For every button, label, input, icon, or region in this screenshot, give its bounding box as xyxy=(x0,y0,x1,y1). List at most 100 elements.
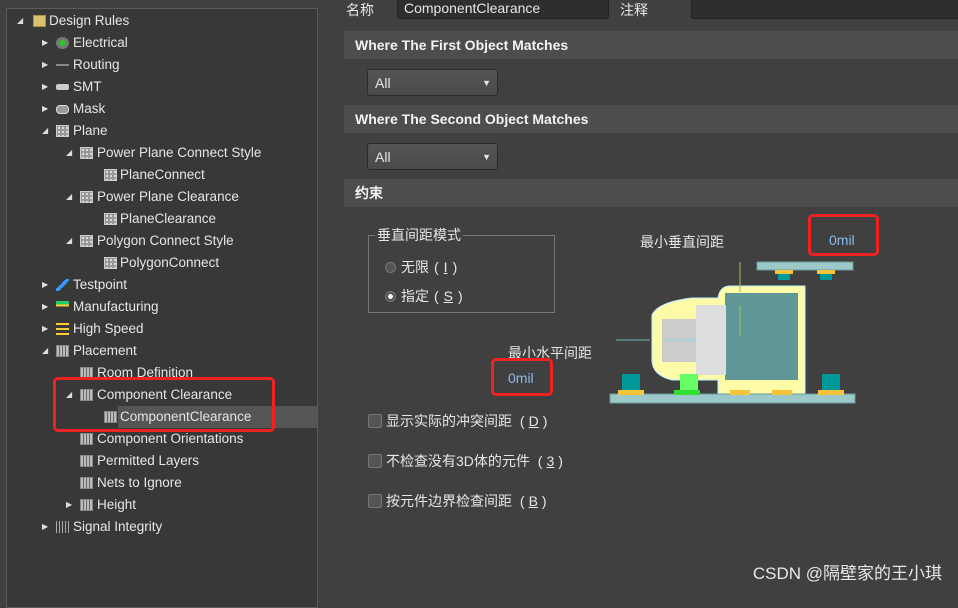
tree-item-label: Polygon Connect Style xyxy=(97,233,234,248)
expand-arrow-icon[interactable]: ▶ xyxy=(42,32,50,54)
tree-item-label: Height xyxy=(97,497,137,512)
tree-item-label: SMT xyxy=(73,79,102,94)
expand-arrow-icon[interactable]: ▶ xyxy=(42,296,50,318)
name-input[interactable]: ComponentClearance xyxy=(397,0,609,19)
group-title: 垂直间距模式 xyxy=(377,227,461,243)
expand-arrow-icon[interactable]: ▶ xyxy=(42,76,50,98)
tree-item-label: High Speed xyxy=(73,321,144,336)
plane-icon xyxy=(104,169,117,181)
first-object-dropdown[interactable]: All ▼ xyxy=(367,69,498,96)
tree-item[interactable]: PlaneClearance xyxy=(7,208,317,230)
tree-item[interactable]: PlaneConnect xyxy=(7,164,317,186)
tree-item[interactable]: ◢ Design Rules xyxy=(7,10,317,32)
collapse-arrow-icon[interactable]: ◢ xyxy=(66,186,74,208)
first-object-header: Where The First Object Matches xyxy=(344,31,958,59)
mask-icon xyxy=(56,105,69,114)
tree-item[interactable]: Permitted Layers xyxy=(7,450,317,472)
smt-icon xyxy=(56,84,69,90)
checkbox-box xyxy=(368,494,382,508)
routing-icon xyxy=(56,59,69,71)
dropdown-value: All xyxy=(375,75,391,91)
plane-icon xyxy=(56,125,69,137)
plane-icon xyxy=(104,213,117,225)
collapse-arrow-icon[interactable]: ◢ xyxy=(42,340,50,362)
highlight-box-tree xyxy=(53,377,275,432)
tree-item-label: Signal Integrity xyxy=(73,519,163,534)
radio-circle-checked xyxy=(385,290,396,302)
tree-item-label: Mask xyxy=(73,101,106,116)
chip-icon xyxy=(80,433,93,445)
checkbox-box xyxy=(368,454,382,468)
manufacturing-icon xyxy=(56,301,69,313)
tree-item[interactable]: ▶ Testpoint xyxy=(7,274,317,296)
plane-icon xyxy=(80,147,93,159)
chevron-down-icon: ▼ xyxy=(482,152,491,162)
name-label: 名称 xyxy=(346,2,374,18)
tree-item[interactable]: ◢ Power Plane Connect Style xyxy=(7,142,317,164)
vertical-mode-group: 垂直间距模式 无限 (I) 指定 (S) xyxy=(368,225,555,313)
tree-item[interactable]: ▶ SMT xyxy=(7,76,317,98)
signal-integrity-icon xyxy=(56,521,69,533)
tree-item-label: Routing xyxy=(73,57,120,72)
tree-item[interactable]: Nets to Ignore xyxy=(7,472,317,494)
tree-item[interactable]: ◢ Power Plane Clearance xyxy=(7,186,317,208)
ignore-no-3d-checkbox[interactable]: 不检查没有3D体的元件 (3) xyxy=(368,451,563,471)
tree-item[interactable]: ▶ Height xyxy=(7,494,317,516)
tree-item-label: Electrical xyxy=(73,35,128,50)
collapse-arrow-icon[interactable]: ◢ xyxy=(66,142,74,164)
collapse-arrow-icon[interactable]: ◢ xyxy=(66,230,74,252)
collapse-arrow-icon[interactable]: ◢ xyxy=(42,120,50,142)
tree-item-label: PlaneConnect xyxy=(120,167,205,182)
plane-icon xyxy=(80,235,93,247)
collapse-arrow-icon[interactable]: ◢ xyxy=(17,10,25,32)
tree-item[interactable]: ▶ Electrical xyxy=(7,32,317,54)
show-actual-violation-checkbox[interactable]: 显示实际的冲突间距 (D) xyxy=(368,411,547,431)
expand-arrow-icon[interactable]: ▶ xyxy=(66,494,74,516)
radio-infinite[interactable]: 无限 (I) xyxy=(385,257,457,277)
tree-item-label: Nets to Ignore xyxy=(97,475,182,490)
electrical-icon xyxy=(56,37,69,49)
tree-item-label: PlaneClearance xyxy=(120,211,217,226)
tree-item[interactable]: ▶ Routing xyxy=(7,54,317,76)
expand-arrow-icon[interactable]: ▶ xyxy=(42,516,50,538)
dropdown-value: All xyxy=(375,149,391,165)
tree-item-label: Design Rules xyxy=(49,13,130,28)
plane-icon xyxy=(104,257,117,269)
tree-item[interactable]: ▶ Manufacturing xyxy=(7,296,317,318)
comment-input[interactable] xyxy=(691,0,958,19)
expand-arrow-icon[interactable]: ▶ xyxy=(42,54,50,76)
checkbox-box xyxy=(368,414,382,428)
tree-item-label: PolygonConnect xyxy=(120,255,220,270)
tree-item-label: Manufacturing xyxy=(73,299,159,314)
chip-icon xyxy=(80,455,93,467)
expand-arrow-icon[interactable]: ▶ xyxy=(42,318,50,340)
tree-item[interactable]: PolygonConnect xyxy=(7,252,317,274)
comment-label: 注释 xyxy=(620,2,648,18)
chip-icon xyxy=(56,345,69,357)
tree-item[interactable]: ▶ High Speed xyxy=(7,318,317,340)
tree-item[interactable]: ◢ Placement xyxy=(7,340,317,362)
tree-item-label: Power Plane Connect Style xyxy=(97,145,262,160)
tree-item[interactable]: ◢ Plane xyxy=(7,120,317,142)
rule-editor: 名称 ComponentClearance 注释 Where The First… xyxy=(330,0,958,594)
tree-item-label: Power Plane Clearance xyxy=(97,189,239,204)
expand-arrow-icon[interactable]: ▶ xyxy=(42,98,50,120)
expand-arrow-icon[interactable]: ▶ xyxy=(42,274,50,296)
check-by-boundary-checkbox[interactable]: 按元件边界检查间距 (B) xyxy=(368,491,547,511)
tree-item-label: Placement xyxy=(73,343,137,358)
tree-item-label: Permitted Layers xyxy=(97,453,200,468)
chevron-down-icon: ▼ xyxy=(482,78,491,88)
tree-item-label: Plane xyxy=(73,123,108,138)
testpoint-icon xyxy=(56,279,69,291)
tree-item[interactable]: ▶ Signal Integrity xyxy=(7,516,317,538)
watermark: CSDN @隔壁家的王小琪 xyxy=(752,564,942,583)
radio-specified[interactable]: 指定 (S) xyxy=(385,286,463,306)
tree-item[interactable]: ◢ Polygon Connect Style xyxy=(7,230,317,252)
second-object-dropdown[interactable]: All ▼ xyxy=(367,143,498,170)
constraints-header: 约束 xyxy=(344,179,958,207)
high-speed-icon xyxy=(56,323,69,335)
clearance-diagram xyxy=(609,261,856,404)
second-object-header: Where The Second Object Matches xyxy=(344,105,958,133)
plane-icon xyxy=(80,191,93,203)
tree-item[interactable]: ▶ Mask xyxy=(7,98,317,120)
